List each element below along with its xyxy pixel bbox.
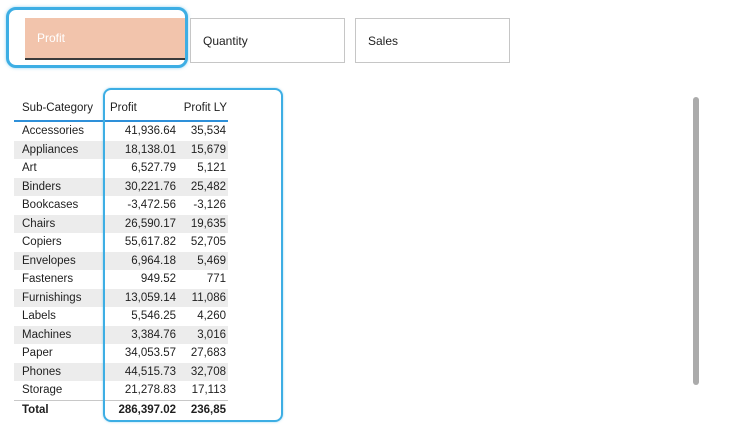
row-profit: -3,472.56 — [104, 199, 176, 211]
row-profit: 41,936.64 — [104, 125, 176, 137]
row-category: Storage — [14, 384, 104, 396]
table-row[interactable]: Binders30,221.7625,482 — [14, 178, 228, 197]
row-profit-ly: 771 — [176, 273, 228, 285]
table-row[interactable]: Art6,527.795,121 — [14, 159, 228, 178]
row-profit-ly: 4,260 — [176, 310, 228, 322]
row-profit: 26,590.17 — [104, 218, 176, 230]
table-row[interactable]: Phones44,515.7332,708 — [14, 363, 228, 382]
row-profit-ly: 11,086 — [176, 292, 228, 304]
row-category: Accessories — [14, 125, 104, 137]
table-row[interactable]: Chairs26,590.1719,635 — [14, 215, 228, 234]
report-canvas: Profit Quantity Sales Sub-Category Profi… — [0, 0, 735, 445]
row-category: Fasteners — [14, 273, 104, 285]
table-row[interactable]: Paper34,053.5727,683 — [14, 344, 228, 363]
row-profit: 13,059.14 — [104, 292, 176, 304]
total-label: Total — [14, 404, 104, 416]
table-row[interactable]: Envelopes6,964.185,469 — [14, 252, 228, 271]
table-row[interactable]: Storage21,278.8317,113 — [14, 381, 228, 400]
row-category: Phones — [14, 366, 104, 378]
row-profit: 18,138.01 — [104, 144, 176, 156]
row-profit: 21,278.83 — [104, 384, 176, 396]
vertical-scrollbar-thumb[interactable] — [693, 97, 699, 385]
row-category: Envelopes — [14, 255, 104, 267]
table-row[interactable]: Copiers55,617.8252,705 — [14, 233, 228, 252]
row-category: Labels — [14, 310, 104, 322]
slicer-button-profit-label: Profit — [37, 31, 65, 45]
row-profit-ly: 5,121 — [176, 162, 228, 174]
table-total-row[interactable]: Total 286,397.02 236,85 — [14, 400, 228, 419]
row-category: Paper — [14, 347, 104, 359]
row-category: Copiers — [14, 236, 104, 248]
row-profit-ly: 3,016 — [176, 329, 228, 341]
total-profit: 286,397.02 — [104, 404, 176, 416]
row-category: Art — [14, 162, 104, 174]
row-profit: 55,617.82 — [104, 236, 176, 248]
row-profit-ly: -3,126 — [176, 199, 228, 211]
row-category: Machines — [14, 329, 104, 341]
row-category: Bookcases — [14, 199, 104, 211]
table-row[interactable]: Machines3,384.763,016 — [14, 326, 228, 345]
table-row[interactable]: Furnishings13,059.1411,086 — [14, 289, 228, 308]
row-profit-ly: 19,635 — [176, 218, 228, 230]
row-profit: 3,384.76 — [104, 329, 176, 341]
table-header-row: Sub-Category Profit Profit LY — [14, 95, 228, 122]
row-profit: 30,221.76 — [104, 181, 176, 193]
row-profit-ly: 52,705 — [176, 236, 228, 248]
table-body: Accessories41,936.6435,534Appliances18,1… — [14, 122, 228, 400]
row-profit-ly: 32,708 — [176, 366, 228, 378]
table-row[interactable]: Fasteners949.52771 — [14, 270, 228, 289]
row-profit: 44,515.73 — [104, 366, 176, 378]
slicer-button-sales-label: Sales — [368, 34, 398, 48]
row-category: Chairs — [14, 218, 104, 230]
slicer-button-quantity-label: Quantity — [203, 34, 248, 48]
slicer-button-sales[interactable]: Sales — [355, 18, 510, 63]
table-row[interactable]: Labels5,546.254,260 — [14, 307, 228, 326]
total-profit-ly: 236,85 — [176, 404, 228, 416]
row-profit: 6,527.79 — [104, 162, 176, 174]
table-row[interactable]: Bookcases-3,472.56-3,126 — [14, 196, 228, 215]
row-profit: 949.52 — [104, 273, 176, 285]
row-category: Binders — [14, 181, 104, 193]
row-profit-ly: 17,113 — [176, 384, 228, 396]
table-row[interactable]: Appliances18,138.0115,679 — [14, 141, 228, 160]
row-profit-ly: 15,679 — [176, 144, 228, 156]
column-header-profit-ly[interactable]: Profit LY — [176, 102, 228, 114]
row-profit-ly: 35,534 — [176, 125, 228, 137]
table-row[interactable]: Accessories41,936.6435,534 — [14, 122, 228, 141]
row-profit: 34,053.57 — [104, 347, 176, 359]
row-profit-ly: 5,469 — [176, 255, 228, 267]
row-profit-ly: 27,683 — [176, 347, 228, 359]
slicer-button-quantity[interactable]: Quantity — [190, 18, 345, 63]
row-profit: 6,964.18 — [104, 255, 176, 267]
row-category: Appliances — [14, 144, 104, 156]
profit-button-selection-outline: Profit — [6, 7, 188, 68]
row-profit: 5,546.25 — [104, 310, 176, 322]
row-profit-ly: 25,482 — [176, 181, 228, 193]
row-category: Furnishings — [14, 292, 104, 304]
table-visual: Sub-Category Profit Profit LY Accessorie… — [14, 95, 228, 419]
column-header-profit[interactable]: Profit — [104, 102, 176, 114]
column-header-sub-category[interactable]: Sub-Category — [14, 102, 104, 114]
slicer-button-profit[interactable]: Profit — [25, 18, 185, 60]
